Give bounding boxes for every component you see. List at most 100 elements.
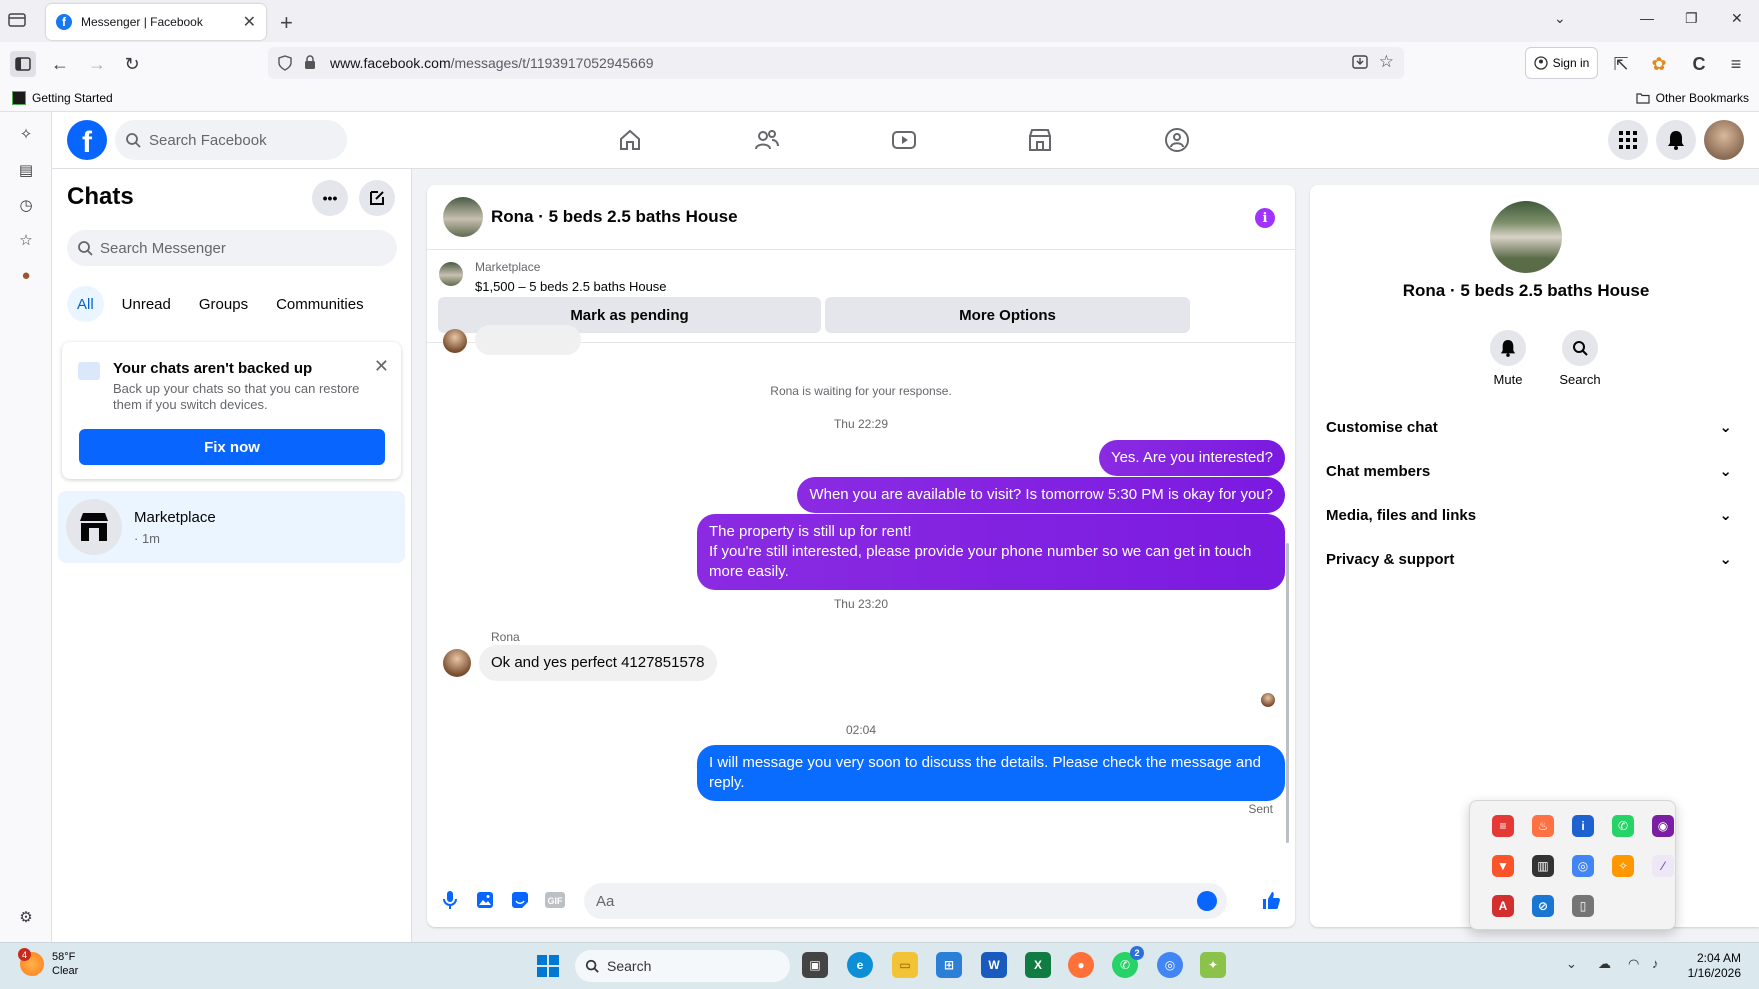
brave-icon[interactable]: ▼	[1492, 855, 1514, 877]
sticker-icon[interactable]	[509, 889, 531, 911]
url-bar[interactable]: www.facebook.com/messages/t/119391705294…	[268, 47, 1404, 79]
section-media-files-links[interactable]: Media, files and links ⌄	[1326, 493, 1736, 537]
security-icon[interactable]: ⊘	[1532, 895, 1554, 917]
close-window-button[interactable]: ✕	[1731, 10, 1743, 27]
chrome-icon[interactable]: ◎	[1572, 855, 1594, 877]
cookie-icon[interactable]: ●	[16, 265, 36, 285]
section-customise-chat[interactable]: Customise chat ⌄	[1326, 405, 1736, 449]
message-bubble[interactable]: I will message you very soon to discuss …	[697, 745, 1285, 801]
bookmark-other[interactable]: Other Bookmarks	[1636, 91, 1749, 105]
bookmarks-star-icon[interactable]: ☆	[16, 230, 36, 250]
more-options-button[interactable]: More Options	[825, 297, 1190, 333]
conversation-avatar[interactable]	[443, 197, 483, 237]
menu-grid-icon[interactable]	[1608, 120, 1648, 160]
whatsapp-icon[interactable]: ✆	[1612, 815, 1634, 837]
history-icon[interactable]: ◷	[16, 195, 36, 215]
minimize-button[interactable]: —	[1640, 10, 1654, 26]
sign-in-button[interactable]: Sign in	[1525, 47, 1598, 79]
wifi-icon[interactable]: ◠	[1628, 956, 1639, 972]
save-page-icon[interactable]	[1352, 54, 1368, 70]
emoji-icon[interactable]	[1197, 891, 1217, 911]
bookmark-star-icon[interactable]: ☆	[1379, 52, 1394, 72]
weather-widget[interactable]: 4 58°F Clear	[18, 948, 78, 978]
section-privacy-support[interactable]: Privacy & support ⌄	[1326, 537, 1736, 581]
synced-tabs-icon[interactable]: ▤	[16, 160, 36, 180]
chrome-taskbar-icon[interactable]: ◎	[1157, 952, 1183, 978]
marketplace-icon[interactable]	[1026, 126, 1054, 154]
usb-icon[interactable]: ▯	[1572, 895, 1594, 917]
mute-button[interactable]: Mute	[1478, 330, 1538, 387]
profile-avatar[interactable]	[1704, 120, 1744, 160]
tray-chevron-icon[interactable]: ⌄	[1566, 956, 1577, 972]
info-app-icon[interactable]: i	[1572, 815, 1594, 837]
word-icon[interactable]: W	[981, 952, 1007, 978]
message-bubble[interactable]: The property is still up for rent! If yo…	[697, 514, 1285, 590]
new-message-icon[interactable]	[359, 180, 395, 216]
app-red-icon[interactable]: ≡	[1492, 815, 1514, 837]
like-thumb-icon[interactable]	[1260, 889, 1282, 911]
settings-gear-icon[interactable]: ⚙	[16, 907, 36, 927]
conversation-title[interactable]: Rona · 5 beds 2.5 baths House	[491, 207, 738, 227]
lock-icon[interactable]	[304, 55, 316, 70]
whatsapp-taskbar-icon[interactable]: ✆ 2	[1112, 946, 1144, 978]
more-options-icon[interactable]: •••	[312, 180, 348, 216]
back-icon[interactable]: ←	[47, 51, 73, 77]
chevron-down-icon[interactable]: ⌄	[1554, 10, 1566, 27]
notifications-bell-icon[interactable]	[1656, 120, 1696, 160]
message-input[interactable]: Aa	[584, 883, 1227, 919]
scrollbar[interactable]	[1286, 543, 1289, 843]
flame-icon[interactable]: ♨	[1532, 815, 1554, 837]
home-icon[interactable]	[616, 126, 644, 154]
cup-icon[interactable]: ▥	[1532, 855, 1554, 877]
gif-icon[interactable]: GIF	[544, 889, 566, 911]
volume-icon[interactable]: ♪	[1652, 956, 1659, 971]
start-button[interactable]	[537, 955, 559, 977]
tab-messenger[interactable]: f Messenger | Facebook ✕	[46, 4, 266, 40]
filter-all[interactable]: All	[67, 286, 104, 322]
search-conversation-button[interactable]: Search	[1550, 330, 1610, 387]
sidebar-toggle-icon[interactable]	[10, 51, 36, 77]
message-bubble[interactable]: Yes. Are you interested?	[1098, 440, 1285, 476]
pen-icon[interactable]: ⁄	[1652, 855, 1674, 877]
rona-avatar[interactable]	[443, 649, 471, 677]
color-wheel-icon[interactable]: ◉	[1652, 815, 1674, 837]
tab-list-icon[interactable]	[8, 12, 32, 32]
excel-icon[interactable]: X	[1025, 952, 1051, 978]
ai-sparkle-icon[interactable]: ✧	[16, 124, 36, 144]
extensions-icon[interactable]: ⇱	[1608, 51, 1634, 77]
info-icon[interactable]: i	[1255, 208, 1275, 228]
bookmark-getting-started[interactable]: Getting Started	[12, 91, 113, 105]
facebook-logo[interactable]: f	[67, 120, 107, 160]
filter-communities[interactable]: Communities	[266, 286, 374, 322]
onedrive-icon[interactable]: ☁	[1598, 956, 1611, 972]
fix-now-button[interactable]: Fix now	[79, 429, 385, 465]
task-view-icon[interactable]: ▣	[802, 952, 828, 978]
taskbar-search[interactable]: Search	[575, 950, 790, 982]
message-bubble[interactable]: When you are available to visit? Is tomo…	[797, 477, 1285, 513]
section-chat-members[interactable]: Chat members ⌄	[1326, 449, 1736, 493]
menu-icon[interactable]: ≡	[1723, 51, 1749, 77]
chat-list-item[interactable]: Marketplace · 1m	[58, 491, 405, 563]
new-tab-button[interactable]: +	[280, 10, 293, 36]
close-icon[interactable]: ✕	[374, 356, 389, 377]
acrobat-icon[interactable]: A	[1492, 895, 1514, 917]
search-messenger-input[interactable]: Search Messenger	[67, 230, 397, 266]
maximize-button[interactable]: ❐	[1685, 10, 1698, 27]
listing-description[interactable]: $1,500 – 5 beds 2.5 baths House	[475, 279, 667, 294]
filter-unread[interactable]: Unread	[112, 286, 181, 322]
shield-icon[interactable]	[278, 55, 292, 71]
file-explorer-icon[interactable]: ▭	[892, 952, 918, 978]
app-taskbar-icon[interactable]: ✦	[1200, 952, 1226, 978]
groups-icon[interactable]	[1163, 126, 1191, 154]
microphone-icon[interactable]	[439, 889, 461, 911]
clock[interactable]: 2:04 AM 1/16/2026	[1688, 951, 1741, 981]
tool-icon[interactable]: ✧	[1612, 855, 1634, 877]
store-icon[interactable]: ⊞	[936, 952, 962, 978]
video-icon[interactable]	[890, 126, 918, 154]
message-bubble[interactable]: Ok and yes perfect 4127851578	[479, 645, 717, 681]
edge-icon[interactable]: e	[847, 952, 873, 978]
firefox-icon[interactable]: ●	[1068, 952, 1094, 978]
photo-icon[interactable]	[474, 889, 496, 911]
forward-icon[interactable]: →	[84, 51, 110, 77]
reload-icon[interactable]: ↻	[119, 51, 145, 77]
